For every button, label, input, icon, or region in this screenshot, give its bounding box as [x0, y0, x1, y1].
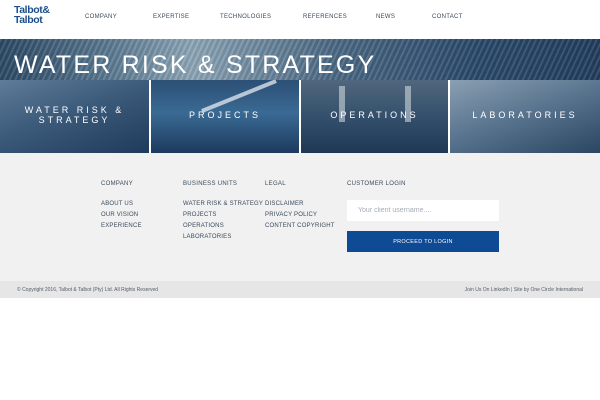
footer-link-disclaimer[interactable]: DISCLAIMER: [265, 201, 304, 207]
footer-heading-legal: LEGAL: [265, 181, 286, 187]
credits-separator: | Site by: [509, 287, 531, 293]
client-username-input[interactable]: [347, 200, 499, 221]
business-unit-tiles: WATER RISK & STRATEGY PROJECTS OPERATION…: [0, 80, 600, 153]
footer-link-water-risk[interactable]: WATER RISK & STRATEGY: [183, 201, 263, 207]
credits: Join Us On LinkedIn | Site by One Circle…: [465, 287, 583, 293]
nav-company[interactable]: COMPANY: [85, 14, 117, 20]
footer-link-laboratories[interactable]: LABORATORIES: [183, 234, 232, 240]
tile-label: LABORATORIES: [472, 110, 578, 120]
nav-expertise[interactable]: EXPERTISE: [153, 14, 189, 20]
linkedin-link[interactable]: Join Us On LinkedIn: [465, 287, 510, 293]
banner-title: WATER RISK & STRATEGY: [14, 51, 377, 79]
footer-link-experience[interactable]: EXPERIENCE: [101, 223, 142, 229]
proceed-to-login-button[interactable]: PROCEED TO LOGIN: [347, 231, 499, 252]
nav-references[interactable]: REFERENCES: [303, 14, 347, 20]
tile-projects[interactable]: PROJECTS: [151, 80, 299, 153]
site-header: Talbot& Talbot COMPANY EXPERTISE TECHNOL…: [0, 0, 600, 39]
copyright-text: © Copyright 2016, Talbot & Talbot (Pty) …: [17, 287, 159, 293]
pier-image: [201, 80, 277, 113]
tile-laboratories[interactable]: LABORATORIES: [450, 80, 600, 153]
footer-link-privacy-policy[interactable]: PRIVACY POLICY: [265, 212, 317, 218]
footer-link-our-vision[interactable]: OUR VISION: [101, 212, 138, 218]
hero-banner: WATER RISK & STRATEGY: [0, 39, 600, 80]
tile-label: PROJECTS: [188, 110, 261, 120]
main-nav: COMPANY EXPERTISE TECHNOLOGIES REFERENCE…: [0, 14, 600, 24]
nav-contact[interactable]: CONTACT: [432, 14, 463, 20]
footer-link-about-us[interactable]: ABOUT US: [101, 201, 133, 207]
footer-heading-customer-login: CUSTOMER LOGIN: [347, 181, 406, 187]
footer: COMPANY ABOUT US OUR VISION EXPERIENCE B…: [0, 153, 600, 281]
site-by-link[interactable]: One Circle International: [530, 287, 583, 293]
nav-news[interactable]: NEWS: [376, 14, 395, 20]
footer-link-projects[interactable]: PROJECTS: [183, 212, 217, 218]
footer-heading-business-units: BUSINESS UNITS: [183, 181, 238, 187]
footer-link-operations[interactable]: OPERATIONS: [183, 223, 224, 229]
tile-label-line2: STRATEGY: [38, 115, 111, 125]
footer-heading-company: COMPANY: [101, 181, 133, 187]
tile-label: OPERATIONS: [330, 110, 419, 120]
tile-water-risk-strategy[interactable]: WATER RISK & STRATEGY: [0, 80, 149, 153]
copyright-bar: © Copyright 2016, Talbot & Talbot (Pty) …: [0, 281, 600, 298]
footer-link-content-copyright[interactable]: CONTENT COPYRIGHT: [265, 223, 335, 229]
nav-technologies[interactable]: TECHNOLOGIES: [220, 14, 271, 20]
tile-operations[interactable]: OPERATIONS: [301, 80, 448, 153]
